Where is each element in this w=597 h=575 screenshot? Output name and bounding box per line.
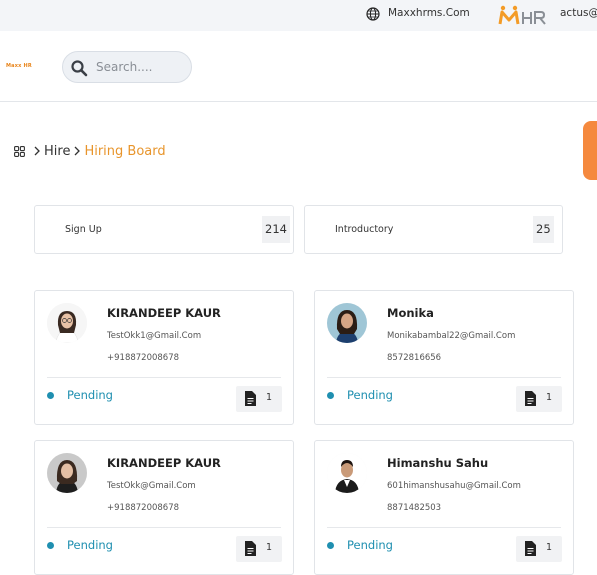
stage-label: Introductory [335, 224, 394, 235]
candidate-email: Monikabambal22@Gmail.Com [387, 331, 516, 341]
documents-button[interactable]: 1 [516, 386, 562, 412]
card-divider [47, 377, 281, 378]
stage-count: 214 [262, 216, 290, 243]
breadcrumb-hire[interactable]: Hire [44, 144, 70, 159]
candidate-name[interactable]: Himanshu Sahu [387, 456, 488, 470]
documents-button[interactable]: 1 [236, 386, 282, 412]
candidate-email: TestOkk1@Gmail.Com [107, 331, 202, 341]
chevron-right-icon [74, 146, 81, 156]
side-drawer-tab[interactable] [583, 121, 597, 180]
documents-count: 1 [546, 542, 553, 553]
user-account[interactable]: actus@ [560, 7, 597, 19]
globe-icon[interactable] [366, 7, 380, 21]
header: Maxx HR [0, 31, 597, 102]
brand-logo[interactable]: Maxx HR [6, 63, 32, 69]
search-input[interactable] [96, 58, 186, 76]
site-link[interactable]: Maxxhrms.Com [388, 7, 470, 19]
stage-introductory[interactable]: Introductory 25 [304, 205, 563, 254]
stage-label: Sign Up [65, 224, 102, 235]
documents-button[interactable]: 1 [516, 536, 562, 562]
card-divider [47, 527, 281, 528]
candidate-phone: 8572816656 [387, 353, 442, 363]
candidate-email: TestOkk@Gmail.Com [107, 481, 196, 491]
breadcrumb-hiring-board: Hiring Board [84, 143, 166, 159]
documents-count: 1 [266, 542, 273, 553]
breadcrumb: Hire Hiring Board [14, 142, 166, 160]
mhr-logo [498, 5, 546, 25]
document-icon [525, 541, 536, 556]
search-box[interactable] [62, 51, 192, 83]
documents-count: 1 [546, 392, 553, 403]
documents-button[interactable]: 1 [236, 536, 282, 562]
candidate-name[interactable]: Monika [387, 306, 434, 320]
card-divider [327, 377, 561, 378]
status-dot [327, 392, 334, 399]
avatar [327, 303, 367, 343]
candidate-card[interactable]: Monika Monikabambal22@Gmail.Com 85728166… [314, 290, 574, 425]
status-dot [47, 392, 54, 399]
candidate-phone: +918872008678 [107, 503, 180, 513]
status-badge: Pending [347, 538, 393, 552]
candidate-phone: +918872008678 [107, 353, 180, 363]
candidate-phone: 8871482503 [387, 503, 442, 513]
top-bar: Maxxhrms.Com actus@ [0, 0, 597, 31]
candidate-card[interactable]: KIRANDEEP KAUR TestOkk1@Gmail.Com +91887… [34, 290, 294, 425]
status-badge: Pending [67, 538, 113, 552]
card-divider [327, 527, 561, 528]
grid-icon[interactable] [14, 145, 25, 157]
candidate-name[interactable]: KIRANDEEP KAUR [107, 456, 221, 470]
candidate-name[interactable]: KIRANDEEP KAUR [107, 306, 221, 320]
documents-count: 1 [266, 392, 273, 403]
avatar [327, 453, 367, 493]
status-badge: Pending [347, 388, 393, 402]
document-icon [245, 391, 256, 406]
stage-sign-up[interactable]: Sign Up 214 [34, 205, 294, 254]
status-badge: Pending [67, 388, 113, 402]
search-icon [71, 60, 88, 77]
document-icon [525, 391, 536, 406]
stage-count: 25 [533, 216, 554, 243]
status-dot [47, 542, 54, 549]
document-icon [245, 541, 256, 556]
avatar [47, 303, 87, 343]
candidate-card[interactable]: Himanshu Sahu 601himanshusahu@Gmail.Com … [314, 440, 574, 575]
candidate-email: 601himanshusahu@Gmail.Com [387, 481, 521, 491]
avatar [47, 453, 87, 493]
status-dot [327, 542, 334, 549]
chevron-right-icon [34, 146, 40, 156]
candidate-card[interactable]: KIRANDEEP KAUR TestOkk@Gmail.Com +918872… [34, 440, 294, 575]
